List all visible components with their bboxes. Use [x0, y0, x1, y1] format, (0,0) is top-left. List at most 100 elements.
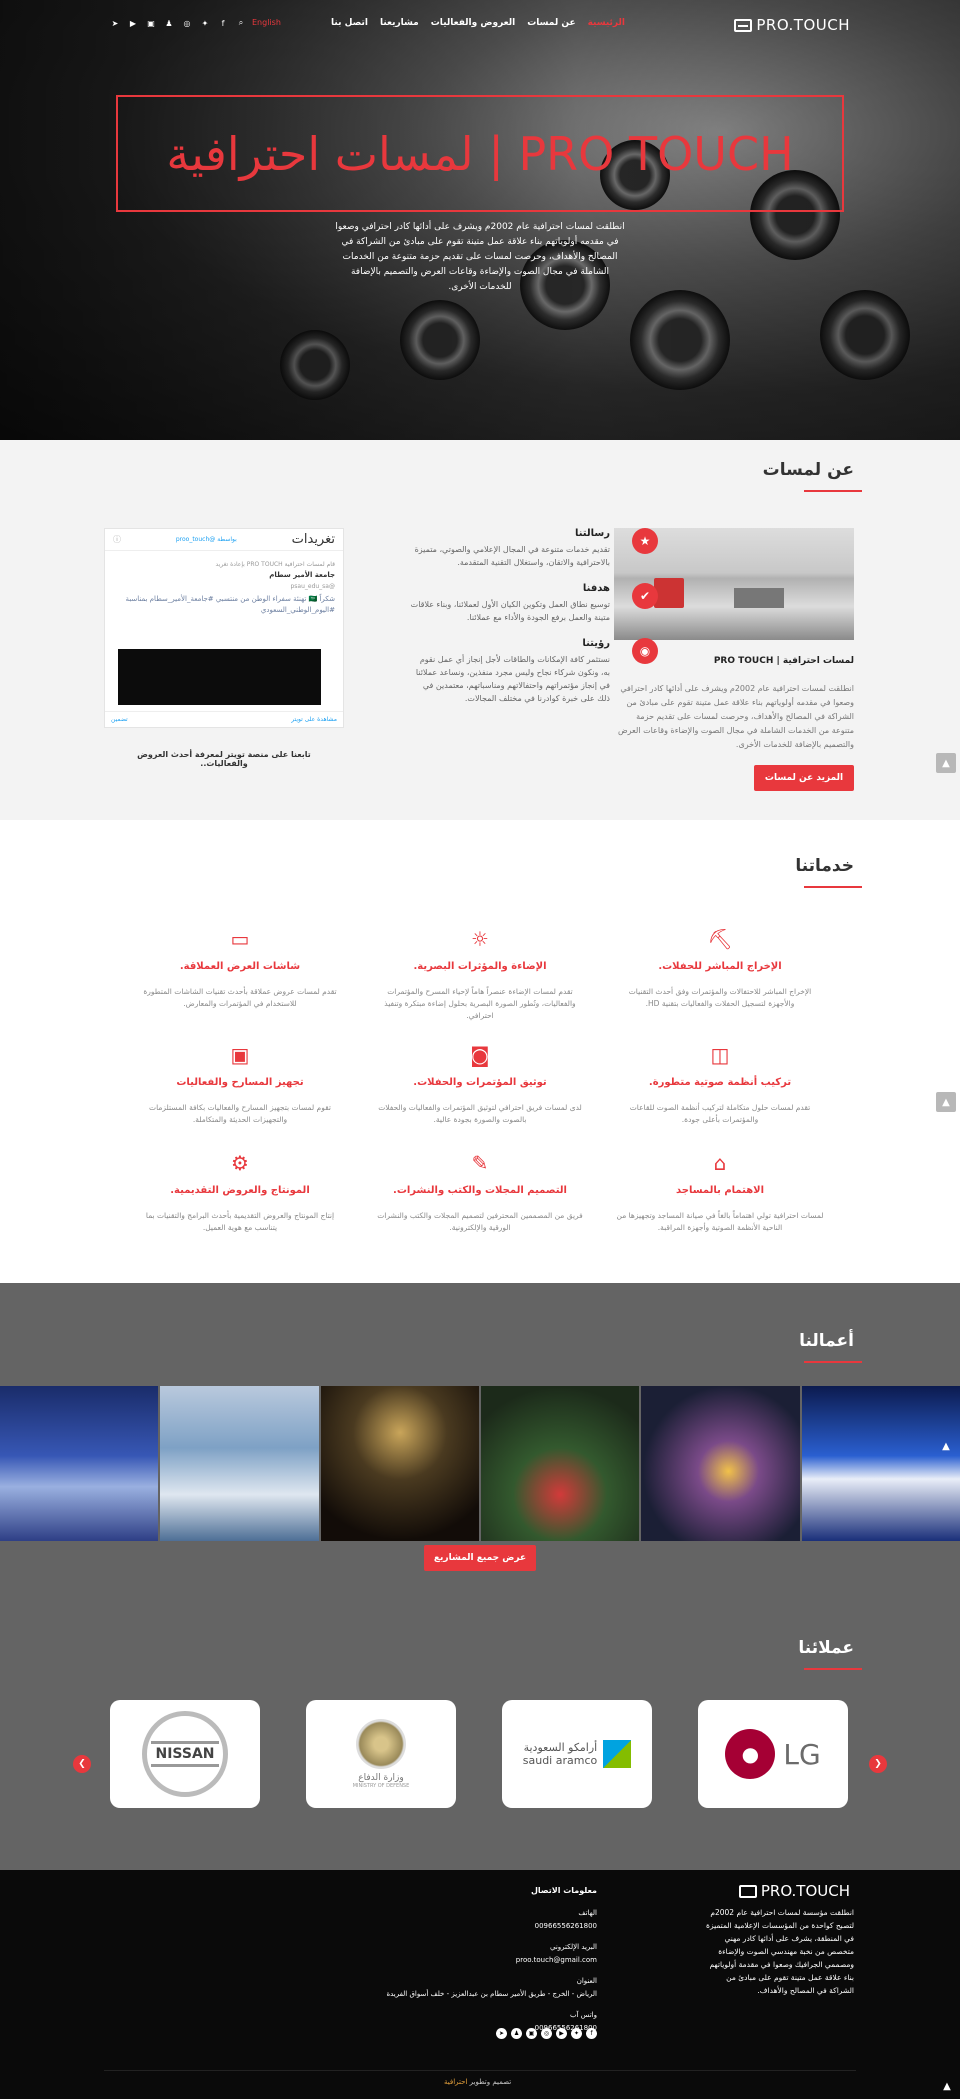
footer-contact: معلومات الاتصال الهاتف 00966556261800 ال… [357, 1884, 597, 2035]
footer-phone[interactable]: 00966556261800 [357, 1920, 597, 1933]
menu-item-projects[interactable]: مشاريعنا [380, 18, 419, 28]
works-title: أعمالنا [799, 1331, 862, 1363]
twitter-icon[interactable]: ✦ [200, 19, 210, 28]
goal-title: هدفنا [582, 583, 610, 594]
services-section: خدماتنا ⛏ الإخراج المباشر للحفلات. الإخر… [0, 820, 960, 1283]
lg-face-icon: ● [725, 1729, 776, 1779]
youtube-alt-icon[interactable]: ▣ [146, 19, 156, 28]
projects-gallery [0, 1386, 960, 1541]
footer-address: الرياض - الخرج - طريق الأمير سطام بن عبد… [386, 1990, 597, 1998]
project-photo[interactable] [160, 1386, 319, 1541]
telegram-icon[interactable]: ➤ [110, 19, 120, 28]
service-item[interactable]: ✎ التصميم المجلات والكتب والنشرات. فريق … [375, 1151, 585, 1234]
lighting-icon: ☼ [471, 927, 489, 951]
client-logo-defense[interactable]: وزارة الدفاع MINISTRY OF DEFENSE [306, 1700, 456, 1808]
logo-icon [734, 18, 753, 32]
service-item[interactable]: ▭ شاشات العرض العملاقة. تقدم لمسات عروض … [135, 927, 345, 1010]
service-item[interactable]: ☼ الإضاءة والمؤثرات البصرية. تقدم لمسات … [375, 927, 585, 1022]
about-text: انطلقت لمسات احترافية عام 2002م ويشرف عل… [617, 684, 854, 749]
carousel-prev-icon[interactable]: ❮ [73, 1755, 91, 1773]
client-logo-nissan[interactable]: NISSAN [110, 1700, 260, 1808]
twitter-icon[interactable]: ✦ [571, 2028, 582, 2039]
hero-description: انطلقت لمسات احترافية عام 2002م ويشرف عل… [335, 222, 625, 292]
camera-icon: ◙ [470, 1043, 490, 1067]
about-title: عن لمسات [762, 460, 863, 492]
service-item[interactable]: ⌂ الاهتمام بالمساجد لمسات احترافية تولي … [615, 1151, 825, 1234]
footer-copyright: تصميم وتطوير احترافية [444, 2078, 512, 2086]
client-logo-aramco[interactable]: أرامكو السعودية saudi aramco [502, 1700, 652, 1808]
menu-item-home[interactable]: الرئيسية [588, 18, 625, 28]
service-item[interactable]: ⛏ الإخراج المباشر للحفلات. الإخراج المبا… [615, 927, 825, 1010]
tweet-author[interactable]: جامعة الأمير سطام [113, 570, 335, 581]
youtube-icon[interactable]: ▶ [128, 19, 138, 28]
tweet-video[interactable] [118, 649, 321, 705]
youtube-icon[interactable]: ▶ [556, 2028, 567, 2039]
twitter-widget[interactable]: تغريدات بواسطة @proo_touch ⓘ قام لمسات ا… [104, 528, 344, 728]
scroll-top-icon[interactable]: ▲ [936, 1436, 956, 1456]
goal-text: توسيع نطاق العمل وتكوين الكيان الأول لعم… [410, 600, 610, 622]
facebook-icon[interactable]: f [586, 2028, 597, 2039]
menu-item-contact[interactable]: اتصل بنا [331, 18, 368, 28]
footer-divider [104, 2070, 856, 2071]
retweet-note: قام لمسات احترافية PRO TOUCH بإعادة تغري… [215, 561, 335, 568]
project-photo[interactable] [480, 1386, 640, 1541]
director-chair-icon: ⛏ [707, 927, 733, 951]
tweet-text: شكراً 🇸🇦 تهنئة سفراء الوطن من منتسبي #جا… [125, 595, 335, 614]
vision-text: نستثمر كافة الإمكانات والطاقات لأجل إنجا… [415, 655, 610, 703]
copyright-link[interactable]: احترافية [444, 2078, 467, 2086]
service-item[interactable]: ◙ توثيق المؤتمرات والحفلات. لدى لمسات فر… [375, 1043, 585, 1126]
about-more-button[interactable]: المزيد عن لمسات [754, 765, 854, 791]
project-photo[interactable] [801, 1386, 960, 1541]
snapchat-icon[interactable]: ♟ [164, 19, 174, 28]
snapchat-icon[interactable]: ♟ [511, 2028, 522, 2039]
goal-block: ✔ هدفنا توسيع نطاق العمل وتكوين الكيان ا… [410, 583, 658, 624]
youtube-alt-icon[interactable]: ▣ [526, 2028, 537, 2039]
project-photo[interactable] [320, 1386, 479, 1541]
services-title: خدماتنا [795, 856, 862, 888]
service-item[interactable]: ▣ تجهيز المسارح والفعاليات تقوم لمسات بت… [135, 1043, 345, 1126]
screen-icon: ▭ [230, 927, 250, 951]
instagram-icon[interactable]: ◎ [182, 19, 192, 28]
about-heading: لمسات احترافية | PRO TOUCH [713, 656, 854, 666]
mosque-icon: ⌂ [713, 1151, 727, 1175]
hero-title: لمسات احترافية | PRO TOUCH [166, 126, 794, 181]
client-logo-lg[interactable]: ● LG [698, 1700, 848, 1808]
logo-icon [738, 1884, 757, 1898]
menu-item-events[interactable]: العروض والفعاليات [431, 18, 515, 28]
eye-icon: ◉ [632, 638, 658, 664]
twitter-handle[interactable]: @proo_touch [176, 536, 215, 543]
language-switch[interactable]: English [252, 18, 281, 27]
scroll-top-icon[interactable]: ▲ [938, 2077, 956, 2095]
mission-text: تقديم خدمات متنوعة في المجال الإعلامي وا… [414, 545, 610, 567]
twitter-embed-link[interactable]: تضمين [111, 716, 128, 723]
footer-logo[interactable]: PRO.TOUCH [738, 1882, 850, 1900]
clients-title: عملائنا [798, 1638, 862, 1670]
project-photo[interactable] [0, 1386, 159, 1541]
header-social-links: ➤ ▶ ▣ ♟ ◎ ✦ f ⌕ [110, 18, 246, 28]
works-section: أعمالنا عرض جميع المشاريع عملائنا ❮ ❯ NI… [0, 1283, 960, 1870]
service-item[interactable]: ⚙ المونتاج والعروض التقديمية. إنتاج المو… [135, 1151, 345, 1234]
all-projects-button[interactable]: عرض جميع المشاريع [424, 1545, 536, 1571]
footer-email[interactable]: proo.touch@gmail.com [357, 1954, 597, 1967]
twitter-caption: تابعنا على منصة تويتر لمعرفة أحدث العروض… [137, 750, 311, 768]
info-icon[interactable]: ⓘ [113, 534, 121, 545]
facebook-icon[interactable]: f [218, 19, 228, 28]
menu-item-about[interactable]: عن لمسات [527, 18, 575, 28]
project-photo[interactable] [641, 1386, 800, 1541]
mission-title: رسالتنا [574, 528, 610, 539]
site-footer: PRO.TOUCH انطلقت مؤسسة لمسات احترافية عا… [0, 1870, 960, 2099]
search-icon[interactable]: ⌕ [236, 18, 246, 28]
scroll-top-icon[interactable]: ▲ [936, 1092, 956, 1112]
stage-icon: ▣ [230, 1043, 250, 1067]
vision-title: رؤيتنا [582, 638, 610, 649]
view-on-twitter-link[interactable]: مشاهدة على تويتر [291, 716, 337, 723]
hero-section: PRO.TOUCH الرئيسية عن لمسات العروض والفع… [0, 0, 960, 440]
telegram-icon[interactable]: ➤ [496, 2028, 507, 2039]
scroll-top-icon[interactable]: ▲ [936, 753, 956, 773]
carousel-next-icon[interactable]: ❯ [869, 1755, 887, 1773]
instagram-icon[interactable]: ◎ [541, 2028, 552, 2039]
footer-about: انطلقت مؤسسة لمسات احترافية عام 2002م لت… [706, 1908, 854, 1995]
tweet-author-handle: @psau_edu_sa [290, 583, 335, 590]
service-item[interactable]: ◫ تركيب أنظمة صوتية متطورة. تقدم لمسات ح… [615, 1043, 825, 1126]
site-logo[interactable]: PRO.TOUCH [734, 16, 850, 34]
